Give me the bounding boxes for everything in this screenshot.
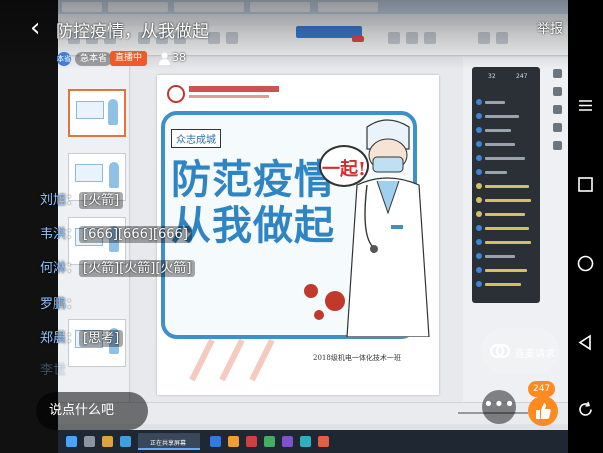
chat-row [476, 113, 534, 121]
app-icon [246, 436, 257, 447]
chat-row [476, 253, 534, 261]
back-button[interactable]: ‹ [30, 15, 52, 43]
comment-separator: ： [66, 193, 80, 208]
panel-tool-icon [553, 123, 562, 132]
chat-row [476, 183, 534, 191]
comment-author: 何淋 [40, 261, 67, 276]
menu-icon[interactable] [576, 96, 595, 115]
chat-comment: 罗鹏： [40, 294, 79, 316]
app-icon [228, 436, 239, 447]
chat-row [476, 197, 534, 205]
comment-separator: ： [66, 261, 80, 276]
chat-comment: 韦洪： [666][666][666] [40, 224, 192, 246]
live-status-badge: 直播中 [110, 51, 148, 66]
chat-comment: 刘旭： [火箭] [40, 190, 124, 212]
app-icon [300, 436, 311, 447]
comment-separator: ： [66, 227, 80, 242]
chat-row [476, 211, 534, 219]
refresh-icon[interactable] [576, 400, 595, 419]
android-navbar [568, 0, 603, 453]
square-icon[interactable] [576, 175, 595, 194]
comment-message: [666][666][666] [79, 226, 192, 243]
link-icon [490, 344, 510, 358]
panel-tool-icon [553, 87, 562, 96]
more-button[interactable]: ••• [482, 390, 516, 424]
school-logo-subtitle [189, 95, 269, 98]
folder-icon [102, 436, 113, 447]
app-icon [264, 436, 275, 447]
mic-request-label: 连麦请求 [515, 349, 555, 360]
app-icon [210, 436, 221, 447]
slide-tag: 众志成城 [171, 129, 221, 148]
start-icon [66, 436, 77, 447]
browser-icon [120, 436, 131, 447]
comment-message: [火箭][火箭][火箭] [79, 260, 196, 277]
like-button[interactable] [528, 396, 558, 426]
mic-request-button[interactable]: 连麦请求 [481, 328, 559, 374]
panel-tool-icon [553, 105, 562, 114]
virus-icon [304, 284, 345, 320]
chat-stat-left: 32 [488, 73, 496, 80]
viewer-count: 38 [172, 51, 186, 64]
thumbs-up-icon [536, 403, 551, 419]
report-button[interactable]: 举报 [537, 18, 563, 37]
comment-separator: ： [66, 331, 80, 346]
chat-row [476, 127, 534, 135]
slide-thumbnail [68, 89, 126, 137]
like-count: 247 [528, 381, 556, 397]
slide-footer: 2018级机电一体化技术一班 [313, 354, 401, 362]
slide: 众志成城 防范疫情 从我做起 一起! 2018级机电一体化技术一班 [157, 75, 439, 395]
chat-comment: 郑晨： [思考] [40, 328, 124, 350]
comment-author: 刘旭 [40, 193, 67, 208]
chat-stat-right: 247 [516, 73, 528, 80]
person-icon [159, 52, 170, 65]
chat-row [476, 169, 534, 177]
taskbar-active-app-label: 正在共享屏幕 [150, 440, 187, 447]
comment-message: [火箭] [79, 192, 124, 209]
host-name[interactable]: 急本省 [75, 52, 113, 66]
app-icon [282, 436, 293, 447]
chat-row [476, 99, 534, 107]
chat-comment: 何淋： [火箭][火箭][火箭] [40, 258, 196, 280]
windows-taskbar: 正在共享屏幕 [58, 430, 568, 453]
circle-icon[interactable] [576, 254, 595, 273]
chat-comment: 李世 [40, 360, 66, 382]
chat-row [476, 225, 534, 233]
panel-tool-icon [553, 69, 562, 78]
comment-author: 韦洪 [40, 227, 67, 242]
chat-row [476, 155, 534, 163]
slide-title-line2: 从我做起 [171, 202, 335, 249]
comment-separator: ： [66, 297, 80, 312]
meeting-chat-panel: 32 247 [472, 67, 540, 303]
chat-row [476, 239, 534, 247]
comment-author: 李世 [40, 363, 67, 378]
stream-title: 防控疫情，从我做起 [56, 22, 209, 42]
school-logo-wordmark [189, 86, 279, 92]
school-logo-icon [167, 85, 185, 103]
chat-row [476, 281, 534, 289]
slide-decoration [189, 338, 275, 382]
host-avatar[interactable]: 本省 [57, 52, 71, 66]
comment-message: [思考] [79, 330, 124, 347]
panel-tool-icon [553, 141, 562, 150]
chat-row [476, 267, 534, 275]
comment-author: 郑晨 [40, 331, 67, 346]
comment-author: 罗鹏 [40, 297, 67, 312]
chat-input[interactable]: 说点什么吧 [36, 392, 148, 430]
app-icon [318, 436, 329, 447]
search-icon [84, 436, 95, 447]
chevron-left-icon: ‹ [30, 13, 41, 43]
chat-row [476, 141, 534, 149]
triangle-back-icon[interactable] [576, 333, 595, 352]
